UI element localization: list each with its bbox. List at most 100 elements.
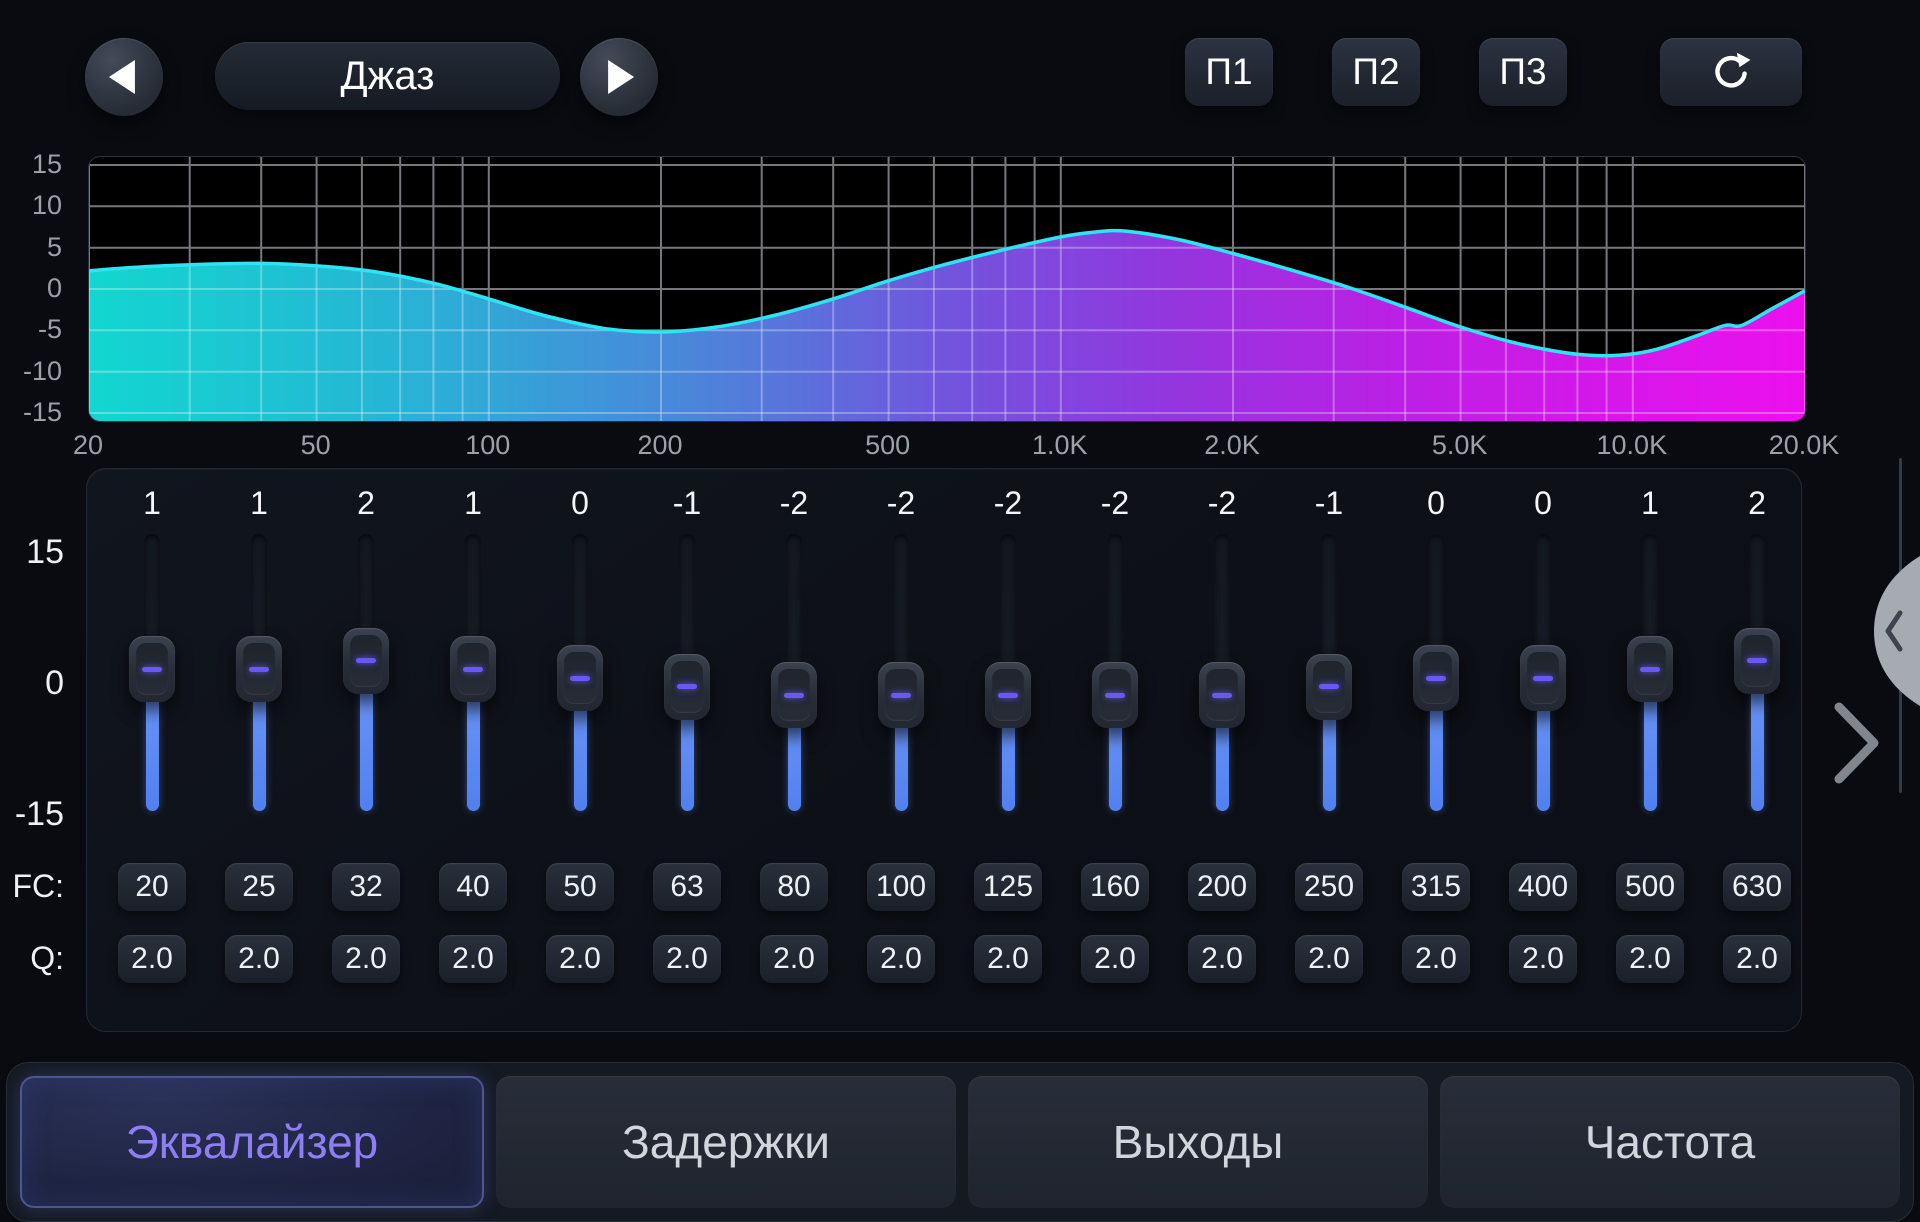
scroll-bands-right-button[interactable]	[1832, 700, 1882, 786]
eq-band: -2 125 2.0	[958, 469, 1058, 1033]
band-slider-thumb[interactable]	[1520, 645, 1566, 711]
band-fc-button[interactable]: 315	[1402, 863, 1470, 911]
band-q-value: 2.0	[131, 942, 173, 976]
band-slider-thumb-dash-icon	[1747, 658, 1767, 663]
tab-delays[interactable]: Задержки	[496, 1076, 956, 1208]
band-slider-thumb-inner	[1313, 661, 1345, 713]
preset-prev-button[interactable]	[85, 38, 163, 116]
band-q-button[interactable]: 2.0	[1723, 935, 1791, 983]
band-fc-button[interactable]: 250	[1295, 863, 1363, 911]
band-slider-thumb[interactable]	[450, 636, 496, 702]
band-fc-button[interactable]: 20	[118, 863, 186, 911]
tab-equalizer[interactable]: Эквалайзер	[20, 1076, 484, 1208]
band-fc-button[interactable]: 40	[439, 863, 507, 911]
band-q-value: 2.0	[987, 942, 1029, 976]
band-fc-button[interactable]: 500	[1616, 863, 1684, 911]
db-tick-label: 15	[0, 149, 70, 179]
band-q-button[interactable]: 2.0	[867, 935, 935, 983]
band-slider-thumb[interactable]	[1627, 636, 1673, 702]
band-fc-value: 315	[1411, 870, 1461, 904]
band-slider-thumb[interactable]	[1092, 662, 1138, 728]
rail-label-minus15: -15	[0, 795, 64, 834]
band-fc-button[interactable]: 630	[1723, 863, 1791, 911]
band-fc-button[interactable]: 50	[546, 863, 614, 911]
band-fc-value: 20	[135, 870, 168, 904]
band-fc-value: 100	[876, 870, 926, 904]
side-panel-handle[interactable]	[1864, 556, 1920, 706]
band-q-button[interactable]: 2.0	[225, 935, 293, 983]
tab-frequency[interactable]: Частота	[1440, 1076, 1900, 1208]
fc-row-label: FC:	[0, 868, 64, 905]
band-fc-button[interactable]: 400	[1509, 863, 1577, 911]
band-fc-button[interactable]: 200	[1188, 863, 1256, 911]
band-slider-thumb[interactable]	[878, 662, 924, 728]
band-q-button[interactable]: 2.0	[1616, 935, 1684, 983]
band-gain-value: -2	[851, 485, 951, 522]
band-slider-thumb[interactable]	[1413, 645, 1459, 711]
band-slider-thumb[interactable]	[1306, 654, 1352, 720]
band-gain-value: -2	[1065, 485, 1165, 522]
band-fc-button[interactable]: 80	[760, 863, 828, 911]
eq-band: 1 40 2.0	[423, 469, 523, 1033]
band-q-button[interactable]: 2.0	[439, 935, 507, 983]
band-slider-thumb[interactable]	[557, 645, 603, 711]
db-tick-label: -15	[0, 397, 70, 427]
band-fc-button[interactable]: 63	[653, 863, 721, 911]
band-q-value: 2.0	[666, 942, 708, 976]
band-fc-value: 50	[563, 870, 596, 904]
band-q-value: 2.0	[1201, 942, 1243, 976]
band-slider-thumb[interactable]	[343, 628, 389, 694]
memory-preset-3-button[interactable]: П3	[1479, 38, 1567, 106]
band-q-button[interactable]: 2.0	[1188, 935, 1256, 983]
band-slider-thumb[interactable]	[664, 654, 710, 720]
band-q-button[interactable]: 2.0	[974, 935, 1042, 983]
band-q-button[interactable]: 2.0	[332, 935, 400, 983]
band-slider-thumb[interactable]	[1199, 662, 1245, 728]
band-fc-button[interactable]: 100	[867, 863, 935, 911]
memory-preset-2-button[interactable]: П2	[1332, 38, 1420, 106]
reset-button[interactable]	[1660, 38, 1802, 106]
db-tick-label: -10	[0, 356, 70, 386]
band-fc-button[interactable]: 160	[1081, 863, 1149, 911]
band-slider-thumb[interactable]	[236, 636, 282, 702]
band-slider-thumb[interactable]	[129, 636, 175, 702]
band-slider-thumb-dash-icon	[1105, 693, 1125, 698]
band-fc-value: 80	[777, 870, 810, 904]
tab-outputs[interactable]: Выходы	[968, 1076, 1428, 1208]
band-slider-thumb-dash-icon	[1212, 693, 1232, 698]
band-fc-button[interactable]: 32	[332, 863, 400, 911]
band-q-button[interactable]: 2.0	[118, 935, 186, 983]
preset-next-button[interactable]	[580, 38, 658, 116]
band-slider-thumb[interactable]	[985, 662, 1031, 728]
eq-band: 0 400 2.0	[1493, 469, 1593, 1033]
band-q-value: 2.0	[880, 942, 922, 976]
band-slider-thumb[interactable]	[771, 662, 817, 728]
band-fc-value: 250	[1304, 870, 1354, 904]
band-gain-value: -1	[637, 485, 737, 522]
band-q-button[interactable]: 2.0	[653, 935, 721, 983]
band-q-button[interactable]: 2.0	[546, 935, 614, 983]
band-q-value: 2.0	[1308, 942, 1350, 976]
band-q-value: 2.0	[1415, 942, 1457, 976]
band-fc-button[interactable]: 125	[974, 863, 1042, 911]
band-slider-thumb-inner	[136, 643, 168, 695]
band-q-button[interactable]: 2.0	[1295, 935, 1363, 983]
band-q-button[interactable]: 2.0	[1509, 935, 1577, 983]
tab-frequency-label: Частота	[1585, 1115, 1756, 1169]
band-slider-thumb-dash-icon	[998, 693, 1018, 698]
eq-response-graph	[88, 156, 1806, 422]
band-slider-thumb-dash-icon	[1640, 667, 1660, 672]
band-q-value: 2.0	[452, 942, 494, 976]
band-fc-button[interactable]: 25	[225, 863, 293, 911]
band-q-value: 2.0	[1094, 942, 1136, 976]
preset-name: Джаз	[341, 54, 435, 99]
band-gain-value: -1	[1279, 485, 1379, 522]
db-tick-label: -5	[0, 314, 70, 344]
preset-name-pill[interactable]: Джаз	[215, 42, 560, 110]
band-q-button[interactable]: 2.0	[760, 935, 828, 983]
band-q-button[interactable]: 2.0	[1081, 935, 1149, 983]
band-q-button[interactable]: 2.0	[1402, 935, 1470, 983]
eq-band: -2 100 2.0	[851, 469, 951, 1033]
memory-preset-1-button[interactable]: П1	[1185, 38, 1273, 106]
band-slider-thumb[interactable]	[1734, 628, 1780, 694]
